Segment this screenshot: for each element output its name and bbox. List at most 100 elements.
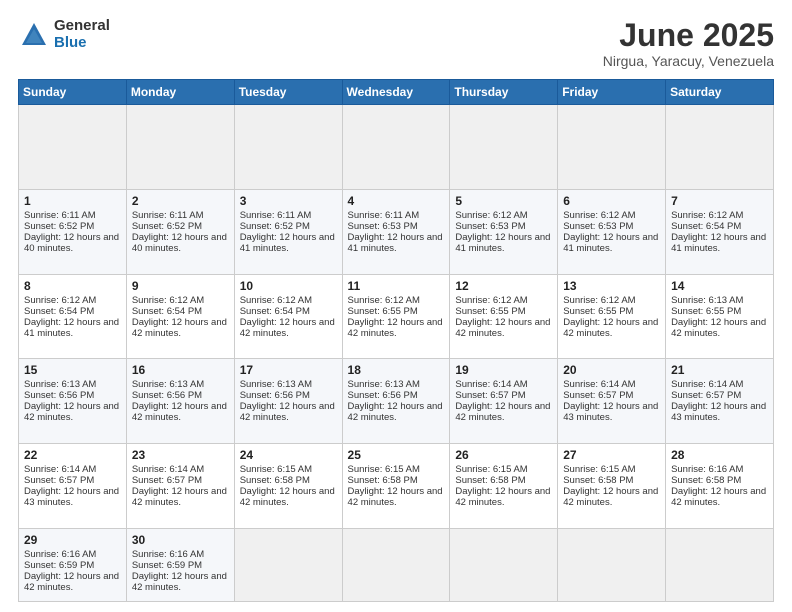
day-number: 30	[132, 533, 229, 547]
day-number: 25	[348, 448, 445, 462]
sunset-line: Sunset: 6:57 PM	[563, 390, 633, 401]
day-number: 11	[348, 279, 445, 293]
day-number: 18	[348, 363, 445, 377]
col-sunday: Sunday	[19, 80, 127, 105]
table-row: 6Sunrise: 6:12 AMSunset: 6:53 PMDaylight…	[558, 189, 666, 274]
daylight-line: Daylight: 12 hours and 42 minutes.	[24, 401, 119, 423]
sunset-line: Sunset: 6:55 PM	[671, 306, 741, 317]
day-number: 5	[455, 194, 552, 208]
table-row: 13Sunrise: 6:12 AMSunset: 6:55 PMDayligh…	[558, 274, 666, 359]
sunset-line: Sunset: 6:58 PM	[671, 475, 741, 486]
table-row	[234, 105, 342, 190]
table-row	[126, 105, 234, 190]
day-number: 20	[563, 363, 660, 377]
daylight-line: Daylight: 12 hours and 42 minutes.	[24, 571, 119, 593]
sunrise-line: Sunrise: 6:12 AM	[563, 210, 635, 221]
sunrise-line: Sunrise: 6:13 AM	[24, 379, 96, 390]
calendar-header-row: Sunday Monday Tuesday Wednesday Thursday…	[19, 80, 774, 105]
sunrise-line: Sunrise: 6:14 AM	[671, 379, 743, 390]
sunrise-line: Sunrise: 6:14 AM	[455, 379, 527, 390]
table-row: 24Sunrise: 6:15 AMSunset: 6:58 PMDayligh…	[234, 444, 342, 529]
day-number: 14	[671, 279, 768, 293]
daylight-line: Daylight: 12 hours and 43 minutes.	[24, 486, 119, 508]
day-number: 4	[348, 194, 445, 208]
day-number: 23	[132, 448, 229, 462]
table-row: 5 Sunrise: 6:12 AMSunset: 6:53 PMDaylight…	[450, 189, 558, 274]
daylight-line: Daylight: 12 hours and 41 minutes.	[563, 232, 658, 254]
table-row	[234, 528, 342, 601]
daylight-line: Daylight: 12 hours and 41 minutes.	[348, 232, 443, 254]
day-number: 12	[455, 279, 552, 293]
logo-icon	[18, 19, 50, 51]
sunset-line: Sunset: 6:58 PM	[240, 475, 310, 486]
sunset-line: Sunset: 6:56 PM	[132, 390, 202, 401]
table-row: 8Sunrise: 6:12 AMSunset: 6:54 PMDaylight…	[19, 274, 127, 359]
daylight-line: Daylight: 12 hours and 42 minutes.	[563, 317, 658, 339]
day-number: 3	[240, 194, 337, 208]
table-row	[558, 105, 666, 190]
sunset-line: Sunset: 6:59 PM	[24, 560, 94, 571]
month-title: June 2025	[603, 18, 774, 53]
daylight-line: Daylight: 12 hours and 42 minutes.	[671, 486, 766, 508]
sunrise-line: Sunrise: 6:13 AM	[132, 379, 204, 390]
sunrise-line: Sunrise: 6:11 AM	[24, 210, 96, 221]
day-number: 22	[24, 448, 121, 462]
table-row: 22Sunrise: 6:14 AMSunset: 6:57 PMDayligh…	[19, 444, 127, 529]
sunrise-line: Sunrise: 6:14 AM	[132, 464, 204, 475]
day-number: 1	[24, 194, 121, 208]
day-number: 29	[24, 533, 121, 547]
daylight-line: Daylight: 12 hours and 42 minutes.	[132, 571, 227, 593]
table-row	[666, 528, 774, 601]
sunset-line: Sunset: 6:52 PM	[240, 221, 310, 232]
table-row: 10Sunrise: 6:12 AMSunset: 6:54 PMDayligh…	[234, 274, 342, 359]
table-row	[19, 105, 127, 190]
day-number: 28	[671, 448, 768, 462]
sunset-line: Sunset: 6:54 PM	[24, 306, 94, 317]
day-number: 21	[671, 363, 768, 377]
sunset-line: Sunset: 6:53 PM	[455, 221, 525, 232]
sunset-line: Sunset: 6:56 PM	[24, 390, 94, 401]
sunrise-line: Sunrise: 6:14 AM	[563, 379, 635, 390]
daylight-line: Daylight: 12 hours and 43 minutes.	[671, 401, 766, 423]
sunset-line: Sunset: 6:53 PM	[563, 221, 633, 232]
day-number: 13	[563, 279, 660, 293]
sunset-line: Sunset: 6:52 PM	[24, 221, 94, 232]
daylight-line: Daylight: 12 hours and 41 minutes.	[455, 232, 550, 254]
sunset-line: Sunset: 6:58 PM	[455, 475, 525, 486]
sunset-line: Sunset: 6:57 PM	[24, 475, 94, 486]
daylight-line: Daylight: 12 hours and 41 minutes.	[240, 232, 335, 254]
table-row: 19Sunrise: 6:14 AMSunset: 6:57 PMDayligh…	[450, 359, 558, 444]
table-row: 9Sunrise: 6:12 AMSunset: 6:54 PMDaylight…	[126, 274, 234, 359]
sunset-line: Sunset: 6:52 PM	[132, 221, 202, 232]
location: Nirgua, Yaracuy, Venezuela	[603, 53, 774, 69]
sunrise-line: Sunrise: 6:12 AM	[348, 295, 420, 306]
daylight-line: Daylight: 12 hours and 42 minutes.	[132, 317, 227, 339]
daylight-line: Daylight: 12 hours and 40 minutes.	[132, 232, 227, 254]
table-row: 4Sunrise: 6:11 AMSunset: 6:53 PMDaylight…	[342, 189, 450, 274]
sunrise-line: Sunrise: 6:12 AM	[455, 210, 527, 221]
daylight-line: Daylight: 12 hours and 42 minutes.	[563, 486, 658, 508]
sunrise-line: Sunrise: 6:15 AM	[563, 464, 635, 475]
sunset-line: Sunset: 6:58 PM	[563, 475, 633, 486]
daylight-line: Daylight: 12 hours and 42 minutes.	[455, 317, 550, 339]
table-row: 17Sunrise: 6:13 AMSunset: 6:56 PMDayligh…	[234, 359, 342, 444]
daylight-line: Daylight: 12 hours and 42 minutes.	[348, 401, 443, 423]
sunset-line: Sunset: 6:58 PM	[348, 475, 418, 486]
day-number: 2	[132, 194, 229, 208]
day-number: 19	[455, 363, 552, 377]
day-number: 15	[24, 363, 121, 377]
sunrise-line: Sunrise: 6:15 AM	[348, 464, 420, 475]
table-row	[450, 528, 558, 601]
sunrise-line: Sunrise: 6:16 AM	[24, 549, 96, 560]
sunset-line: Sunset: 6:57 PM	[132, 475, 202, 486]
day-number: 24	[240, 448, 337, 462]
table-row: 3Sunrise: 6:11 AMSunset: 6:52 PMDaylight…	[234, 189, 342, 274]
table-row	[666, 105, 774, 190]
day-number: 17	[240, 363, 337, 377]
table-row: 20Sunrise: 6:14 AMSunset: 6:57 PMDayligh…	[558, 359, 666, 444]
table-row: 28 Sunrise: 6:16 AMSunset: 6:58 PMDayligh…	[666, 444, 774, 529]
sunrise-line: Sunrise: 6:16 AM	[671, 464, 743, 475]
table-row	[558, 528, 666, 601]
table-row: 23Sunrise: 6:14 AMSunset: 6:57 PMDayligh…	[126, 444, 234, 529]
sunset-line: Sunset: 6:56 PM	[240, 390, 310, 401]
